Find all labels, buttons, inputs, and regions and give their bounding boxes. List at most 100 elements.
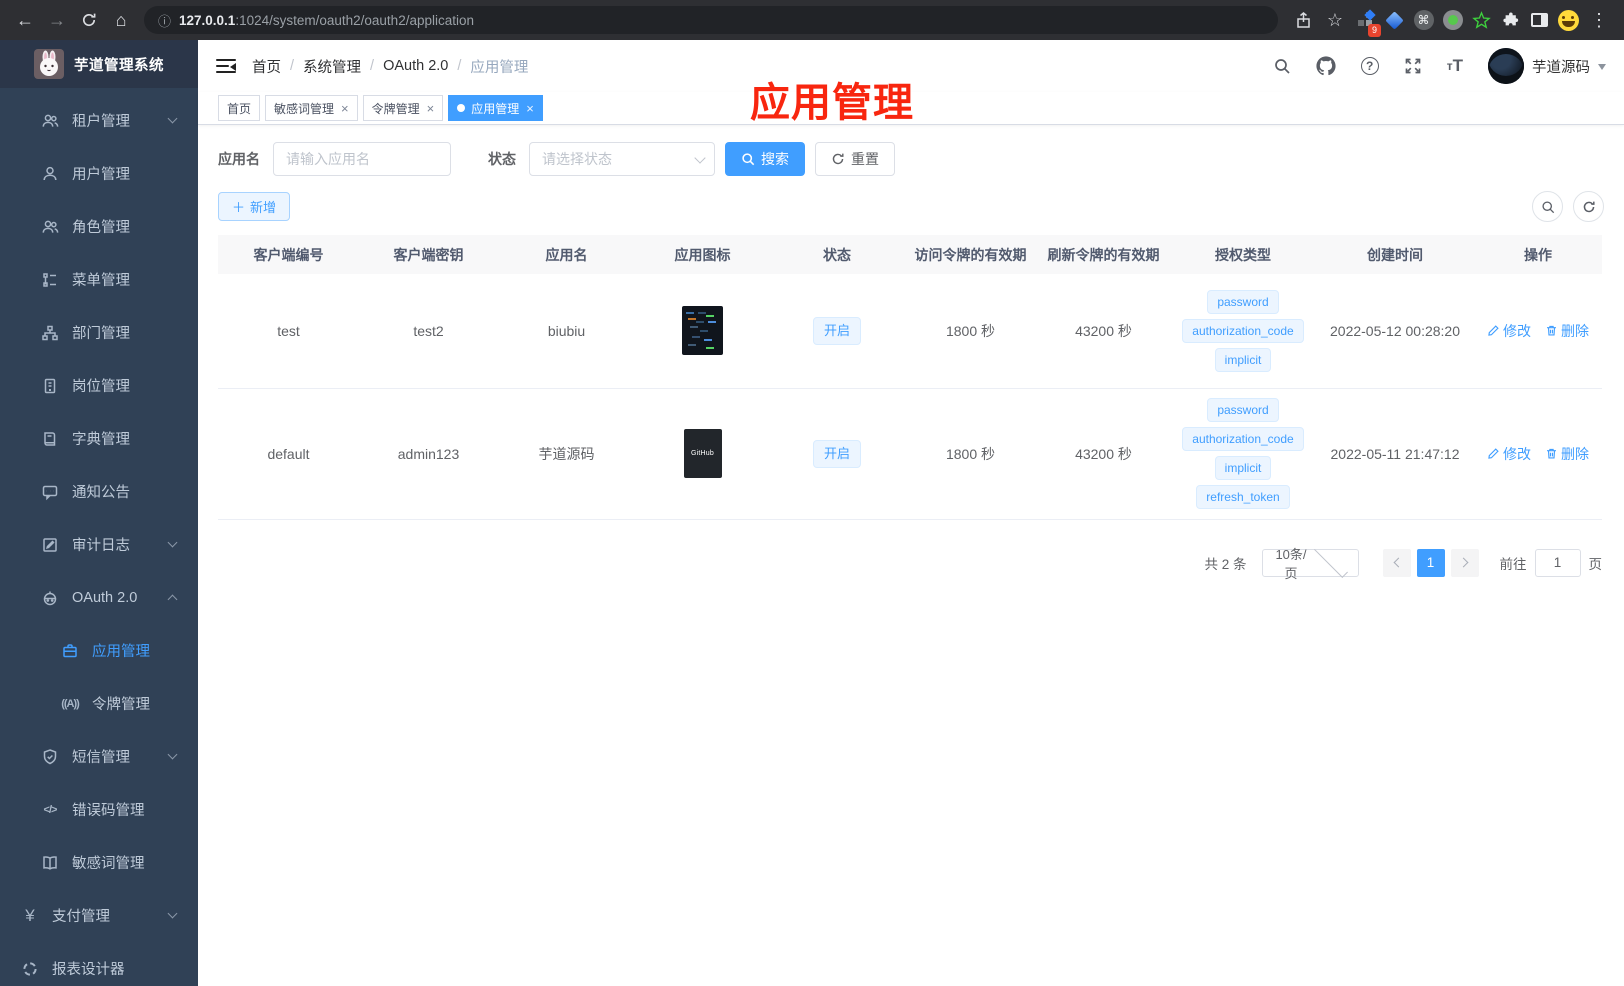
sidebar-item-tenant[interactable]: 租户管理: [0, 94, 198, 147]
sidebar-item-dept[interactable]: 部门管理: [0, 306, 198, 359]
tab-token[interactable]: 令牌管理 ×: [362, 95, 444, 121]
fullscreen-icon[interactable]: [1404, 57, 1422, 75]
col-refresh-validity: 刷新令牌的有效期: [1037, 235, 1170, 274]
forward-button[interactable]: →: [42, 5, 72, 35]
sidebar-item-sensitive[interactable]: 敏感词管理: [0, 836, 198, 889]
share-button[interactable]: [1288, 5, 1318, 35]
cell-client-id: test: [218, 274, 359, 389]
status-select[interactable]: 请选择状态: [529, 142, 715, 176]
goto-page-input[interactable]: [1534, 548, 1581, 577]
sidebar-item-menu-mgmt[interactable]: 菜单管理: [0, 253, 198, 306]
col-created: 创建时间: [1316, 235, 1474, 274]
github-icon[interactable]: [1316, 56, 1336, 76]
toggle-search-button[interactable]: [1532, 191, 1563, 222]
reset-button[interactable]: 重置: [815, 142, 895, 176]
app-logo[interactable]: 芋道管理系统: [0, 40, 198, 88]
tab-sensitive[interactable]: 敏感词管理 ×: [265, 95, 358, 121]
help-icon[interactable]: ?: [1360, 57, 1379, 75]
col-app-icon: 应用图标: [635, 235, 770, 274]
back-button[interactable]: ←: [10, 5, 40, 35]
goto-label: 前往: [1499, 556, 1527, 572]
edit-link[interactable]: 修改: [1487, 444, 1531, 464]
reload-button[interactable]: [74, 5, 104, 35]
prev-page-button[interactable]: [1382, 548, 1411, 577]
breadcrumb-home[interactable]: 首页: [252, 56, 281, 77]
refresh-table-button[interactable]: [1573, 191, 1604, 222]
chevron-left-icon: [1393, 557, 1403, 568]
sidebar-item-notice[interactable]: 通知公告: [0, 465, 198, 518]
profile-emoji-icon[interactable]: [1555, 7, 1582, 34]
extension-diamond-icon[interactable]: [1381, 7, 1408, 34]
add-button[interactable]: ＋ 新增: [218, 192, 291, 221]
close-icon[interactable]: ×: [526, 102, 534, 115]
user-menu[interactable]: 芋道源码: [1488, 48, 1606, 84]
bookmark-button[interactable]: ☆: [1320, 5, 1350, 35]
breadcrumb-current: 应用管理: [470, 59, 529, 76]
total-count: 共 2 条: [1204, 556, 1247, 572]
sidebar-item-audit-log[interactable]: 审计日志: [0, 518, 198, 571]
address-bar[interactable]: ⓘ 127.0.0.1:1024/system/oauth2/oauth2/ap…: [144, 6, 1278, 34]
avatar: [1488, 48, 1524, 84]
sidebar-item-role[interactable]: 角色管理: [0, 200, 198, 253]
col-status: 状态: [770, 235, 904, 274]
col-client-id: 客户端编号: [218, 235, 359, 274]
page-1-button[interactable]: 1: [1416, 548, 1445, 577]
sidebar-item-label: 菜单管理: [72, 273, 130, 289]
sidebar-item-errcode[interactable]: </> 错误码管理: [0, 783, 198, 836]
cell-app-name: 芋道源码: [498, 388, 635, 520]
user-name: 芋道源码: [1532, 59, 1590, 76]
chevron-down-icon: [167, 537, 178, 548]
next-page-button[interactable]: [1450, 548, 1479, 577]
sidebar-item-report[interactable]: 报表设计器: [0, 942, 198, 986]
delete-link[interactable]: 删除: [1545, 444, 1589, 464]
app-name-input[interactable]: [273, 142, 451, 176]
extension-record-icon[interactable]: [1439, 7, 1466, 34]
browser-menu-button[interactable]: ⋮: [1584, 5, 1614, 35]
sidebar-item-oauth-app[interactable]: 应用管理: [0, 624, 198, 677]
extension-star-icon[interactable]: [1468, 7, 1495, 34]
site-info-icon[interactable]: ⓘ: [158, 11, 171, 30]
sidebar-item-sms[interactable]: 短信管理: [0, 730, 198, 783]
code-icon: </>: [43, 803, 58, 816]
page-content: 应用名 状态 请选择状态 搜索 重置 ＋: [198, 125, 1624, 986]
chevron-right-icon: [1458, 557, 1468, 568]
tab-home[interactable]: 首页: [218, 95, 261, 121]
sidebar-collapse-button[interactable]: [216, 58, 236, 74]
tags-view-bar: 首页 敏感词管理 × 令牌管理 × 应用管理 ×: [198, 92, 1624, 125]
grant-tag: authorization_code: [1182, 318, 1304, 343]
delete-link[interactable]: 删除: [1545, 321, 1589, 341]
reload-icon: [83, 13, 96, 27]
grant-tag: authorization_code: [1182, 427, 1304, 451]
trash-icon: [1547, 448, 1556, 459]
close-icon[interactable]: ×: [341, 102, 349, 115]
extensions-puzzle-icon[interactable]: [1497, 7, 1524, 34]
sidebar-item-user[interactable]: 用户管理: [0, 147, 198, 200]
home-button[interactable]: ⌂: [106, 5, 136, 35]
breadcrumb-system[interactable]: 系统管理: [303, 56, 361, 77]
plus-icon: ＋: [232, 200, 246, 215]
edit-link[interactable]: 修改: [1487, 321, 1531, 341]
tab-application[interactable]: 应用管理 ×: [448, 95, 543, 121]
font-size-icon[interactable]: тT: [1447, 56, 1463, 76]
sidebar-item-pay[interactable]: ¥ 支付管理: [0, 889, 198, 942]
col-client-secret: 客户端密钥: [359, 235, 498, 274]
search-button[interactable]: 搜索: [725, 142, 805, 176]
sidebar-item-dict[interactable]: 字典管理: [0, 412, 198, 465]
breadcrumb-oauth[interactable]: OAuth 2.0: [383, 58, 448, 74]
extension-grid-icon[interactable]: 9: [1352, 7, 1381, 37]
edit-document-icon: [40, 536, 60, 554]
browser-toolbar: ← → ⌂ ⓘ 127.0.0.1:1024/system/oauth2/oau…: [0, 0, 1624, 40]
close-icon[interactable]: ×: [427, 102, 435, 115]
side-panel-icon[interactable]: [1526, 7, 1553, 34]
extension-command-icon[interactable]: ⌘: [1410, 7, 1437, 34]
grant-type-tags: password authorization_code implicit ref…: [1170, 398, 1316, 509]
page-size-select[interactable]: 10条/页: [1261, 544, 1359, 581]
cell-access-validity: 1800 秒: [904, 274, 1037, 389]
sidebar-item-oauth-token[interactable]: ((A)) 令牌管理: [0, 677, 198, 730]
sidebar-item-post[interactable]: 岗位管理: [0, 359, 198, 412]
col-grant-types: 授权类型: [1170, 235, 1316, 274]
header-search-icon[interactable]: [1273, 57, 1291, 75]
role-icon: [40, 218, 60, 236]
sidebar-item-oauth[interactable]: OAuth 2.0: [0, 571, 198, 624]
dictionary-icon: [40, 430, 60, 448]
